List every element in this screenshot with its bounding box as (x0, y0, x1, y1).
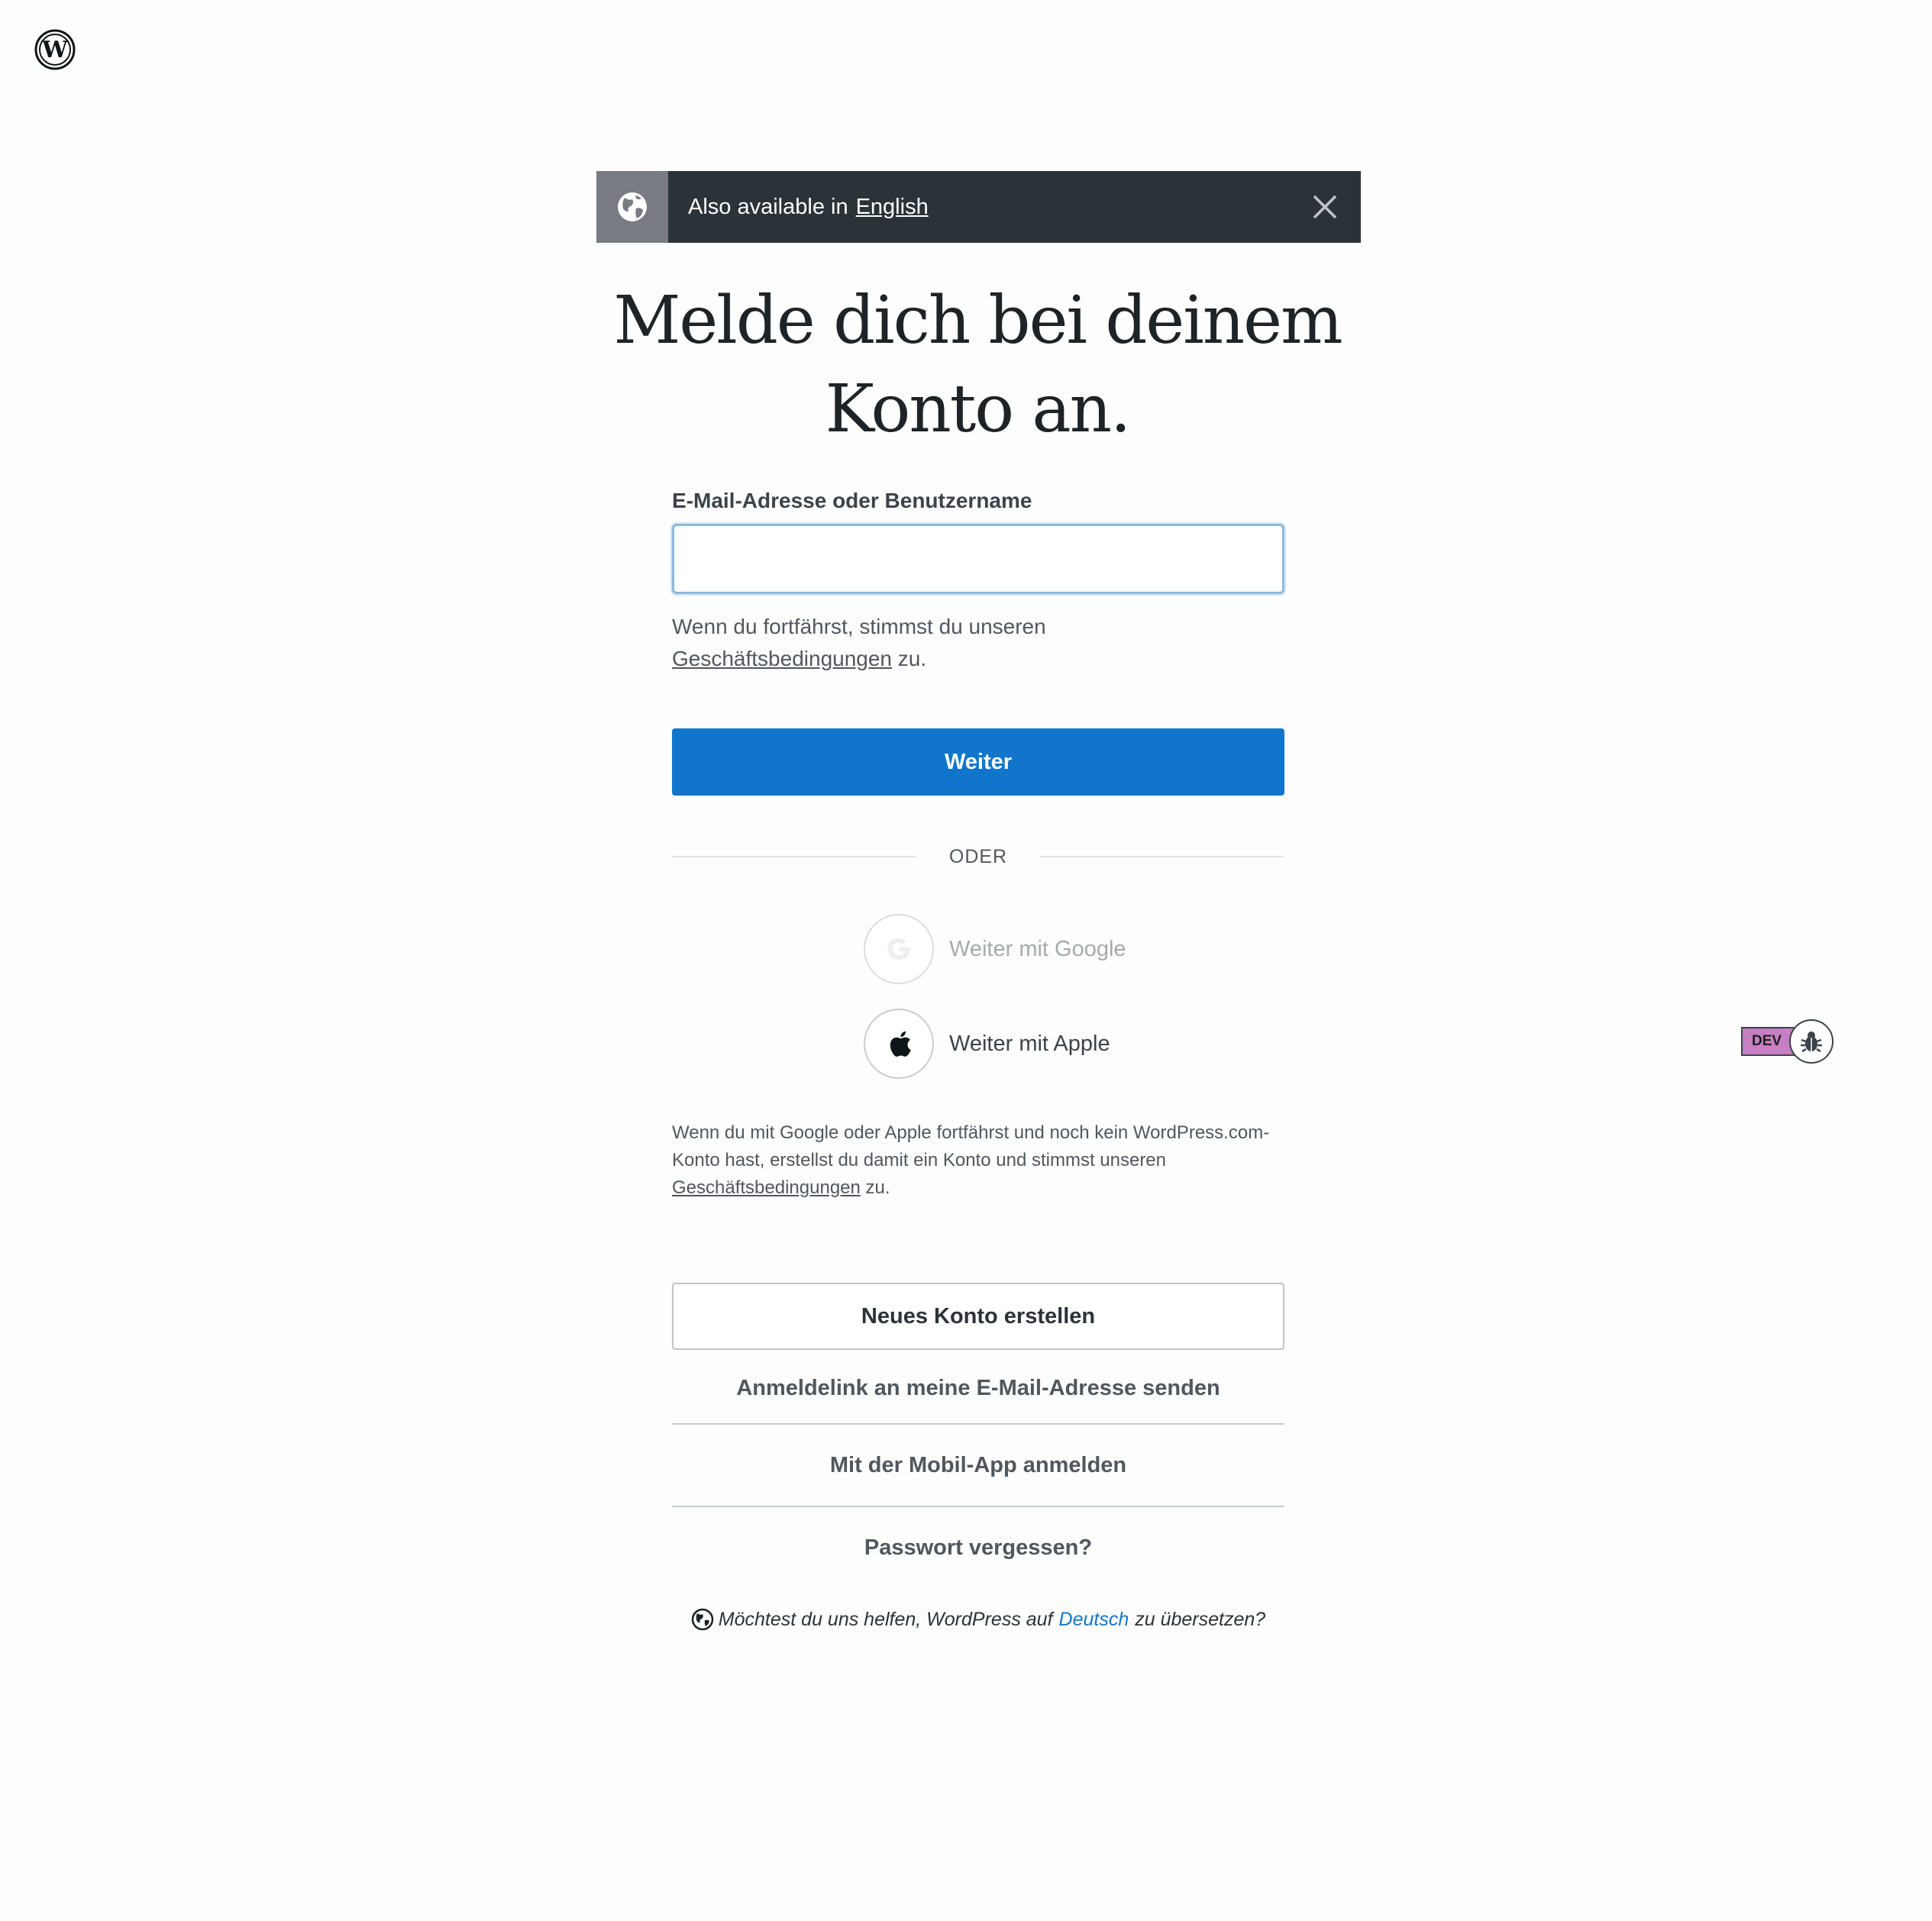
social-tos-suffix: zu. (865, 1177, 890, 1198)
login-field-label: E-Mail-Adresse oder Benutzername (672, 489, 1032, 512)
social-tos-prefix: Wenn du mit Google oder Apple fortfährst… (672, 1122, 1270, 1170)
dev-tools-widget: DEV (1741, 1019, 1834, 1064)
divider-line-right (1040, 856, 1284, 857)
translate-prefix: Möchtest du uns helfen, WordPress auf (718, 1608, 1053, 1630)
wordpress-logo-icon[interactable]: W (34, 29, 76, 70)
or-divider: ODER (672, 843, 1284, 870)
svg-text:W: W (41, 37, 69, 63)
continue-button[interactable]: Weiter (672, 728, 1284, 796)
login-tos-text: Wenn du fortfährst, stimmst du unseren G… (672, 611, 1284, 675)
social-login: Weiter mit Google Weiter mit Apple (672, 913, 1284, 1080)
translate-prompt: Möchtest du uns helfen, WordPress auf De… (672, 1608, 1284, 1631)
notice-close-button[interactable] (1289, 171, 1361, 243)
notice-english-link[interactable]: English (856, 195, 929, 220)
login-tos-suffix: zu. (897, 647, 927, 670)
divider-line-left (672, 856, 916, 857)
translate-language-link[interactable]: Deutsch (1059, 1609, 1129, 1631)
globe-icon (596, 171, 668, 243)
login-tos-prefix: Wenn du fortfährst, stimmst du unseren (672, 615, 1046, 638)
google-login-label: Weiter mit Google (949, 936, 1126, 961)
close-icon[interactable] (1312, 194, 1338, 220)
language-notice: Also available in English (596, 171, 1361, 243)
mobile-app-login-button[interactable]: Mit der Mobil-App anmelden (672, 1425, 1284, 1507)
divider-text: ODER (948, 845, 1008, 867)
globe-icon (691, 1608, 714, 1631)
create-account-button[interactable]: Neues Konto erstellen (672, 1283, 1284, 1350)
google-login-button[interactable]: Weiter mit Google (864, 913, 1139, 985)
bug-report-button[interactable] (1789, 1019, 1834, 1064)
forgot-password-link[interactable]: Passwort vergessen? (672, 1507, 1284, 1588)
notice-text: Also available in (688, 194, 848, 219)
google-icon (864, 914, 934, 984)
bug-icon (1801, 1032, 1823, 1053)
apple-login-label: Weiter mit Apple (949, 1031, 1110, 1056)
login-form: E-Mail-Adresse oder Benutzername Wenn du… (672, 489, 1284, 1631)
login-input[interactable] (672, 524, 1284, 594)
social-tos-text: Wenn du mit Google oder Apple fortfährst… (672, 1119, 1284, 1202)
apple-login-button[interactable]: Weiter mit Apple (864, 1008, 1139, 1080)
login-tos-link[interactable]: Geschäftsbedingungen (672, 647, 892, 670)
social-tos-link[interactable]: Geschäftsbedingungen (672, 1177, 861, 1198)
notice-message: Also available in English (668, 171, 1289, 243)
apple-icon (864, 1009, 934, 1079)
translate-suffix: zu übersetzen? (1135, 1608, 1266, 1630)
magic-link-button[interactable]: Anmeldelink an meine E-Mail-Adresse send… (672, 1353, 1284, 1425)
page-title: Melde dich bei deinem Konto an. (613, 282, 1342, 447)
